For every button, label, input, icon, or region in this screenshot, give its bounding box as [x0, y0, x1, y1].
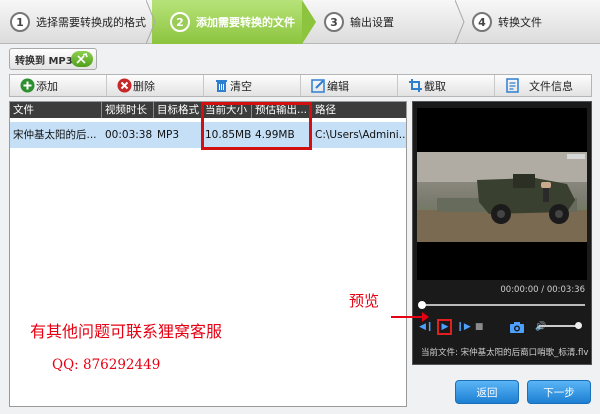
- step-label: 添加需要转换的文件: [196, 16, 295, 29]
- tools-icon[interactable]: [71, 51, 93, 67]
- video-preview[interactable]: [417, 108, 587, 280]
- size-highlight-box: [201, 102, 312, 150]
- camera-icon[interactable]: [509, 321, 525, 333]
- help-annotation: 有其他问题可联系狸窝客服: [30, 322, 223, 341]
- step-1[interactable]: 1 选择需要转换成的格式: [0, 0, 152, 44]
- header-target-format[interactable]: 目标格式: [154, 102, 202, 118]
- steps-bar: 1 选择需要转换成的格式 2 添加需要转换的文件 3 输出设置 4 转换文件: [0, 0, 600, 44]
- jeep-scene: [417, 152, 587, 242]
- volume-knob[interactable]: [575, 322, 582, 329]
- header-duration[interactable]: 视频时长: [102, 102, 154, 118]
- qq-annotation: QQ: 876292449: [52, 357, 161, 373]
- current-file-label: 当前文件: 宋仲基太阳的后裔口哨歌_标清.flv: [421, 348, 589, 358]
- clear-label: 清空: [230, 79, 252, 93]
- seek-knob[interactable]: [418, 301, 426, 309]
- playback-time: 00:00:00 / 00:03:36: [500, 285, 585, 295]
- file-list[interactable]: 文件 视频时长 目标格式 当前大小 预估输出... 路径 宋仲基太阳的后... …: [9, 101, 407, 407]
- seek-bar[interactable]: [418, 301, 585, 309]
- step-number: 4: [472, 12, 492, 32]
- edit-icon: [311, 78, 326, 93]
- crop-button[interactable]: 截取: [398, 75, 495, 96]
- play-icon[interactable]: ▶: [437, 319, 453, 335]
- back-button[interactable]: 返回: [455, 380, 519, 404]
- delete-label: 删除: [133, 79, 155, 93]
- clear-button[interactable]: 清空: [204, 75, 301, 96]
- preview-panel: 00:00:00 / 00:03:36 ◀❙ ▶ ❙▶ ■ 🔊 当前文件: 宋仲…: [412, 101, 592, 365]
- delete-icon: [117, 78, 132, 93]
- target-format-label: 转换到 MP3: [15, 55, 73, 67]
- previous-icon[interactable]: ◀❙: [419, 321, 433, 333]
- step-2[interactable]: 2 添加需要转换的文件: [152, 0, 302, 44]
- step-divider: [146, 0, 156, 44]
- file-info-button[interactable]: 文件信息: [495, 75, 591, 96]
- file-info-label: 文件信息: [529, 79, 573, 93]
- cell-path: C:\Users\Admini...: [315, 129, 406, 141]
- step-number: 1: [10, 12, 30, 32]
- step-label: 输出设置: [350, 16, 394, 29]
- step-number: 2: [170, 12, 190, 32]
- crop-label: 截取: [424, 79, 446, 93]
- add-button[interactable]: 添加: [10, 75, 107, 96]
- delete-button[interactable]: 删除: [107, 75, 204, 96]
- player-controls: ◀❙ ▶ ❙▶ ■ 🔊: [419, 319, 587, 335]
- next-step-button[interactable]: 下一步: [527, 380, 591, 404]
- header-file[interactable]: 文件: [10, 102, 102, 118]
- step-4[interactable]: 4 转换文件: [468, 0, 600, 44]
- toolbar: 添加 删除 清空 编辑 截取 文件信息: [9, 74, 592, 97]
- target-format-button[interactable]: 转换到 MP3: [9, 48, 97, 70]
- step-number: 3: [324, 12, 344, 32]
- preview-arrow: [391, 312, 429, 322]
- step-arrow: [302, 0, 316, 44]
- cell-target-format: MP3: [157, 129, 180, 141]
- volume-slider[interactable]: [539, 322, 582, 329]
- file-info-icon: [505, 78, 520, 93]
- cell-duration: 00:03:38: [105, 129, 153, 141]
- step-3[interactable]: 3 输出设置: [318, 0, 458, 44]
- add-icon: [20, 78, 35, 93]
- preview-annotation: 预览: [349, 292, 380, 310]
- cell-file: 宋仲基太阳的后...: [13, 129, 97, 141]
- add-label: 添加: [36, 79, 58, 93]
- trash-icon: [214, 78, 229, 93]
- video-frame: [417, 152, 587, 242]
- crop-icon: [408, 78, 423, 93]
- stop-icon[interactable]: ■: [475, 321, 484, 333]
- header-path[interactable]: 路径: [312, 102, 406, 118]
- step-divider: [455, 0, 465, 44]
- step-label: 转换文件: [498, 16, 542, 29]
- edit-button[interactable]: 编辑: [301, 75, 398, 96]
- next-icon[interactable]: ❙▶: [456, 321, 470, 333]
- volume-icon[interactable]: 🔊: [535, 321, 546, 333]
- edit-label: 编辑: [327, 79, 349, 93]
- step-label: 选择需要转换成的格式: [36, 16, 146, 29]
